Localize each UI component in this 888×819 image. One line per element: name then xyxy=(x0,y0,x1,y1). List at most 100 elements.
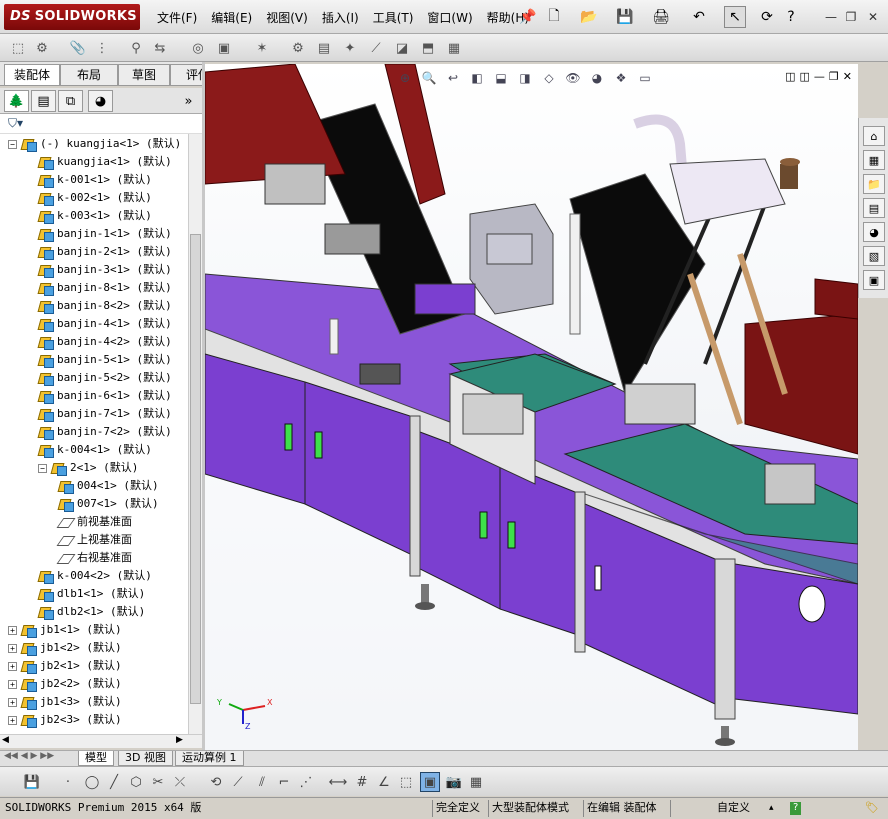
mate-icon[interactable]: 📎 xyxy=(68,38,88,58)
tree-item[interactable]: + jb2<2> (默认) xyxy=(8,675,122,693)
tree-item[interactable]: k-002<1> (默认) xyxy=(38,189,152,207)
insert-component-icon[interactable]: ⬚ xyxy=(8,38,28,58)
linear-pattern-icon[interactable]: ⋮ xyxy=(92,38,112,58)
expand-panel-icon[interactable]: » xyxy=(176,90,201,112)
view-orientation-icon[interactable]: ◨ xyxy=(515,68,535,88)
tag-icon[interactable]: 🏷 xyxy=(862,800,882,817)
print-icon[interactable]: 🖨 xyxy=(650,6,672,28)
undo-icon[interactable]: ↶ xyxy=(688,6,710,28)
tree-item[interactable]: banjin-1<1> (默认) xyxy=(38,225,172,243)
reference-geometry-icon[interactable]: ✶ xyxy=(252,38,272,58)
tab-3d-views[interactable]: 3D 视图 xyxy=(118,751,173,766)
custom-properties-icon[interactable]: ▧ xyxy=(863,246,885,266)
update-speedpak-icon[interactable]: ⬒ xyxy=(418,38,438,58)
menu-edit[interactable]: 编辑(E) xyxy=(204,9,259,26)
graphics-area[interactable]: X Y Z xyxy=(205,64,858,750)
tree-item[interactable]: + jb2<1> (默认) xyxy=(8,657,122,675)
camera-icon[interactable]: 📷 xyxy=(444,772,464,792)
viewport-tile-icon[interactable]: ◫ xyxy=(785,70,795,83)
pin-icon[interactable]: 📌 xyxy=(517,6,539,28)
tree-item[interactable]: 前视基准面 xyxy=(58,513,132,531)
tree-item[interactable]: + jb2<3> (默认) xyxy=(8,711,122,729)
scroll-right-icon[interactable]: ▶ xyxy=(176,735,183,745)
rebuild-icon[interactable]: ⟳ xyxy=(756,6,778,28)
circle-icon[interactable]: ◯ xyxy=(82,772,102,792)
select-icon[interactable]: ↖ xyxy=(724,6,746,28)
new-motion-study-icon[interactable]: ⚙ xyxy=(288,38,308,58)
grid-icon[interactable]: # xyxy=(352,772,372,792)
tree-item[interactable]: k-001<1> (默认) xyxy=(38,171,152,189)
tree-item[interactable]: 004<1> (默认) xyxy=(58,477,159,495)
new-part-icon[interactable]: ⚙ xyxy=(32,38,52,58)
tree-item[interactable]: banjin-8<1> (默认) xyxy=(38,279,172,297)
config-icon[interactable]: ⧉ xyxy=(58,90,83,112)
expand-icon[interactable]: + xyxy=(8,679,17,689)
menu-insert[interactable]: 插入(I) xyxy=(315,9,366,26)
appearance-icon[interactable]: ◕ xyxy=(88,90,113,112)
save-icon[interactable]: 💾 xyxy=(22,772,42,792)
tab-sketch[interactable]: 草图 xyxy=(118,64,170,85)
tree-horizontal-scrollbar[interactable]: ◀ ▶ xyxy=(0,734,202,748)
centerline-icon[interactable]: ⋰ xyxy=(296,772,316,792)
open-icon[interactable]: 📂 xyxy=(578,6,600,28)
smart-fasteners-icon[interactable]: ⚲ xyxy=(126,38,146,58)
assembly-model[interactable] xyxy=(205,64,858,750)
convert-icon[interactable]: ⟲ xyxy=(206,772,226,792)
view-palette-icon[interactable]: ▤ xyxy=(863,198,885,218)
zoom-to-fit-icon[interactable]: ⊕ xyxy=(395,68,415,88)
menu-file[interactable]: 文件(F) xyxy=(150,9,204,26)
tree-item[interactable]: banjin-2<1> (默认) xyxy=(38,243,172,261)
menu-view[interactable]: 视图(V) xyxy=(259,9,315,26)
tree-item[interactable]: − (-) kuangjia<1> (默认) xyxy=(8,135,181,153)
menu-window[interactable]: 窗口(W) xyxy=(420,9,479,26)
take-snapshot-icon[interactable]: ▦ xyxy=(444,38,464,58)
apply-scene-icon[interactable]: ❖ xyxy=(611,68,631,88)
edit-appearance-icon[interactable]: ◕ xyxy=(587,68,607,88)
design-library-icon[interactable]: ▦ xyxy=(863,150,885,170)
units-arrow-icon[interactable]: ▴ xyxy=(766,800,777,817)
tree-item[interactable]: k-004<1> (默认) xyxy=(38,441,152,459)
viewport-minimize-icon[interactable]: — xyxy=(814,70,825,83)
save-icon[interactable]: 💾 xyxy=(614,6,636,28)
expand-icon[interactable]: + xyxy=(8,715,17,725)
exploded-view-icon[interactable]: ✦ xyxy=(340,38,360,58)
tree-item[interactable]: 右视基准面 xyxy=(58,549,132,567)
tab-assembly[interactable]: 装配体 xyxy=(4,64,60,85)
extend-icon[interactable]: ⤫ xyxy=(170,772,190,792)
menu-tools[interactable]: 工具(T) xyxy=(366,9,421,26)
tree-item[interactable]: + jb1<1> (默认) xyxy=(8,621,122,639)
instant3d-icon[interactable]: ◪ xyxy=(392,38,412,58)
shaded-view-icon[interactable]: ▣ xyxy=(420,772,440,792)
expand-icon[interactable]: + xyxy=(8,661,17,671)
zoom-area-icon[interactable]: 🔍 xyxy=(419,68,439,88)
trim-icon[interactable]: ✂ xyxy=(148,772,168,792)
scrollbar-thumb[interactable] xyxy=(190,234,201,704)
feature-tree-icon[interactable]: 🌲 xyxy=(4,90,29,112)
help-icon[interactable]: ? xyxy=(780,6,802,28)
tree-item[interactable]: banjin-3<1> (默认) xyxy=(38,261,172,279)
tree-item[interactable]: − 2<1> (默认) xyxy=(38,459,138,477)
dimension-icon[interactable]: ⟷ xyxy=(328,772,348,792)
bill-of-materials-icon[interactable]: ▤ xyxy=(314,38,334,58)
file-explorer-icon[interactable]: 📁 xyxy=(863,174,885,194)
tree-item[interactable]: k-003<1> (默认) xyxy=(38,207,152,225)
tree-item[interactable]: 上视基准面 xyxy=(58,531,132,549)
tab-motion-study[interactable]: 运动算例 1 xyxy=(175,751,244,766)
show-hidden-icon[interactable]: ◎ xyxy=(188,38,208,58)
tree-item[interactable]: kuangjia<1> (默认) xyxy=(38,153,172,171)
box-icon[interactable]: ⬚ xyxy=(396,772,416,792)
close-icon[interactable]: ✕ xyxy=(864,8,882,26)
corner-icon[interactable]: ⌐ xyxy=(274,772,294,792)
table-icon[interactable]: ▦ xyxy=(466,772,486,792)
help-status-icon[interactable]: ? xyxy=(790,802,802,815)
explode-line-icon[interactable]: ⟋ xyxy=(366,38,386,58)
expand-icon[interactable]: + xyxy=(8,643,17,653)
viewport-restore-icon[interactable]: ❐ xyxy=(829,70,839,83)
tree-item[interactable]: banjin-5<2> (默认) xyxy=(38,369,172,387)
offset-icon[interactable]: ⟋ xyxy=(228,772,248,792)
tree-item[interactable]: + jb1<2> (默认) xyxy=(8,639,122,657)
tree-item[interactable]: banjin-7<2> (默认) xyxy=(38,423,172,441)
dynamic-annotation-icon[interactable]: ⬓ xyxy=(491,68,511,88)
viewport-close-icon[interactable]: ✕ xyxy=(843,70,852,83)
point-icon[interactable]: · xyxy=(58,772,78,792)
